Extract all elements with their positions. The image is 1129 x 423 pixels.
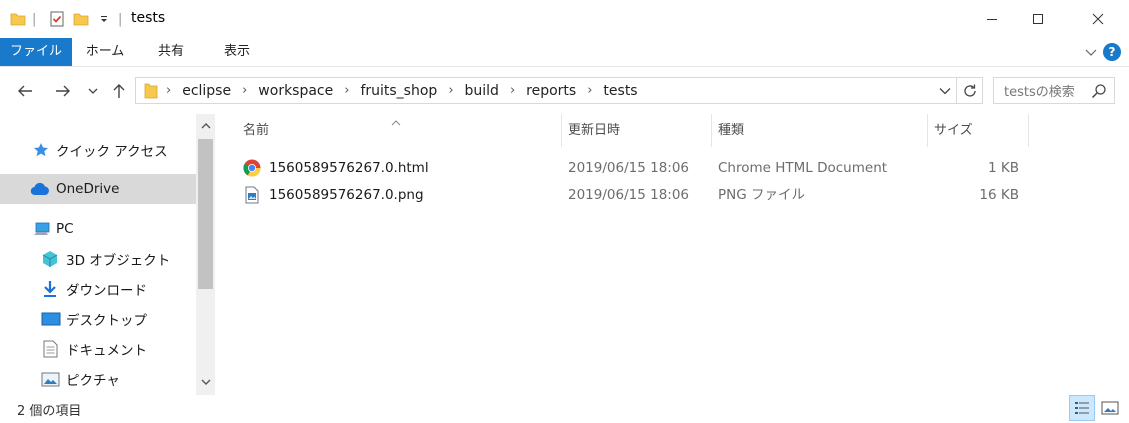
properties-icon[interactable] bbox=[48, 10, 66, 28]
column-divider[interactable] bbox=[711, 114, 712, 147]
file-type: PNG ファイル bbox=[718, 187, 805, 203]
status-bar: 2 個の項目 bbox=[0, 395, 1129, 423]
tab-view[interactable]: 表示 bbox=[211, 38, 263, 66]
column-header-size[interactable]: サイズ bbox=[934, 114, 973, 147]
nav-item-documents[interactable]: ドキュメント bbox=[0, 334, 196, 364]
divider: | bbox=[118, 11, 123, 27]
nav-item-pc[interactable]: PC bbox=[0, 214, 196, 244]
document-icon bbox=[43, 340, 58, 358]
details-view-button[interactable] bbox=[1069, 395, 1095, 421]
breadcrumb-separator[interactable]: › bbox=[587, 83, 592, 98]
ribbon: ファイル ホーム 共有 表示 ? bbox=[0, 38, 1129, 67]
customize-qa-dropdown-icon[interactable] bbox=[99, 10, 109, 28]
download-icon bbox=[42, 280, 58, 298]
nav-item-downloads[interactable]: ダウンロード bbox=[0, 274, 196, 304]
cloud-icon bbox=[30, 182, 50, 196]
table-row[interactable]: 1560589576267.0.html 2019/06/15 18:06 Ch… bbox=[239, 155, 1029, 181]
new-folder-icon[interactable] bbox=[73, 10, 89, 28]
divider: | bbox=[32, 11, 37, 27]
column-divider[interactable] bbox=[561, 114, 562, 147]
breadcrumb-workspace[interactable]: workspace bbox=[258, 83, 333, 99]
column-header-name[interactable]: 名前 bbox=[243, 114, 269, 147]
file-modified: 2019/06/15 18:06 bbox=[568, 187, 690, 203]
breadcrumb-eclipse[interactable]: eclipse bbox=[182, 83, 231, 99]
tab-home[interactable]: ホーム bbox=[79, 38, 131, 66]
scroll-thumb[interactable] bbox=[198, 139, 213, 289]
large-icons-view-icon bbox=[1101, 401, 1119, 415]
window-title: tests bbox=[131, 10, 166, 26]
cube-icon bbox=[41, 250, 59, 268]
address-bar[interactable]: › eclipse › workspace › fruits_shop › bu… bbox=[135, 77, 957, 104]
breadcrumb-build[interactable]: build bbox=[465, 83, 499, 99]
nav-scrollbar[interactable] bbox=[196, 114, 215, 395]
file-type: Chrome HTML Document bbox=[718, 160, 888, 176]
item-count: 2 個の項目 bbox=[17, 404, 82, 419]
file-list: 名前 更新日時 種類 サイズ 1560589576267.0.html 2019… bbox=[215, 114, 1129, 395]
breadcrumb-separator[interactable]: › bbox=[344, 83, 349, 98]
breadcrumb-separator[interactable]: › bbox=[510, 83, 515, 98]
maximize-button[interactable] bbox=[1015, 0, 1061, 38]
search-input[interactable]: testsの検索 bbox=[993, 77, 1115, 104]
picture-icon bbox=[41, 372, 60, 387]
table-row[interactable]: 1560589576267.0.png 2019/06/15 18:06 PNG… bbox=[239, 182, 1029, 208]
navigation-pane: クイック アクセス OneDrive PC 3D オブジェクト ダウンロード デ… bbox=[0, 114, 196, 395]
large-icons-view-button[interactable] bbox=[1097, 395, 1123, 421]
computer-icon bbox=[33, 222, 51, 236]
tab-file[interactable]: ファイル bbox=[0, 38, 72, 66]
address-row: › eclipse › workspace › fruits_shop › bu… bbox=[0, 67, 1129, 114]
file-modified: 2019/06/15 18:06 bbox=[568, 160, 690, 176]
back-button[interactable] bbox=[12, 79, 38, 103]
file-name: 1560589576267.0.png bbox=[269, 187, 424, 203]
search-icon[interactable] bbox=[1091, 83, 1107, 103]
recent-locations-icon[interactable] bbox=[86, 79, 100, 103]
forward-button[interactable] bbox=[50, 79, 76, 103]
refresh-button[interactable] bbox=[957, 77, 983, 104]
scroll-down-icon[interactable] bbox=[196, 373, 215, 391]
sort-ascending-icon bbox=[391, 115, 401, 130]
column-header-modified[interactable]: 更新日時 bbox=[568, 114, 620, 147]
column-divider[interactable] bbox=[1028, 114, 1029, 147]
tab-share[interactable]: 共有 bbox=[145, 38, 197, 66]
file-size: 1 KB bbox=[988, 160, 1019, 176]
file-name: 1560589576267.0.html bbox=[269, 160, 429, 176]
title-bar: | | tests bbox=[0, 0, 1129, 38]
desktop-icon bbox=[41, 312, 61, 326]
nav-item-onedrive[interactable]: OneDrive bbox=[0, 174, 196, 204]
minimize-button[interactable] bbox=[969, 0, 1015, 38]
nav-item-pictures[interactable]: ピクチャ bbox=[0, 364, 196, 394]
breadcrumb-fruits-shop[interactable]: fruits_shop bbox=[360, 83, 437, 99]
close-button[interactable] bbox=[1075, 0, 1121, 38]
breadcrumb-separator[interactable]: › bbox=[448, 83, 453, 98]
png-image-icon bbox=[243, 186, 261, 204]
nav-item-desktop[interactable]: デスクトップ bbox=[0, 304, 196, 334]
breadcrumb-tests[interactable]: tests bbox=[603, 83, 637, 99]
scroll-up-icon[interactable] bbox=[196, 116, 215, 134]
folder-icon bbox=[144, 83, 158, 99]
up-button[interactable] bbox=[107, 79, 131, 103]
search-placeholder: testsの検索 bbox=[1004, 85, 1075, 100]
file-size: 16 KB bbox=[979, 187, 1019, 203]
nav-item-quick-access[interactable]: クイック アクセス bbox=[0, 135, 196, 165]
nav-item-3d-objects[interactable]: 3D オブジェクト bbox=[0, 244, 196, 274]
folder-icon bbox=[10, 10, 26, 28]
chrome-icon bbox=[243, 159, 261, 177]
column-divider[interactable] bbox=[927, 114, 928, 147]
column-header-type[interactable]: 種類 bbox=[718, 114, 744, 147]
address-dropdown-icon[interactable] bbox=[934, 78, 956, 103]
star-icon bbox=[33, 142, 49, 158]
breadcrumb-separator: › bbox=[166, 83, 172, 98]
help-icon[interactable]: ? bbox=[1103, 43, 1121, 61]
ribbon-expand-icon[interactable] bbox=[1084, 45, 1098, 63]
breadcrumb-separator[interactable]: › bbox=[242, 83, 247, 98]
details-view-icon bbox=[1075, 402, 1089, 414]
breadcrumb-reports[interactable]: reports bbox=[526, 83, 576, 99]
